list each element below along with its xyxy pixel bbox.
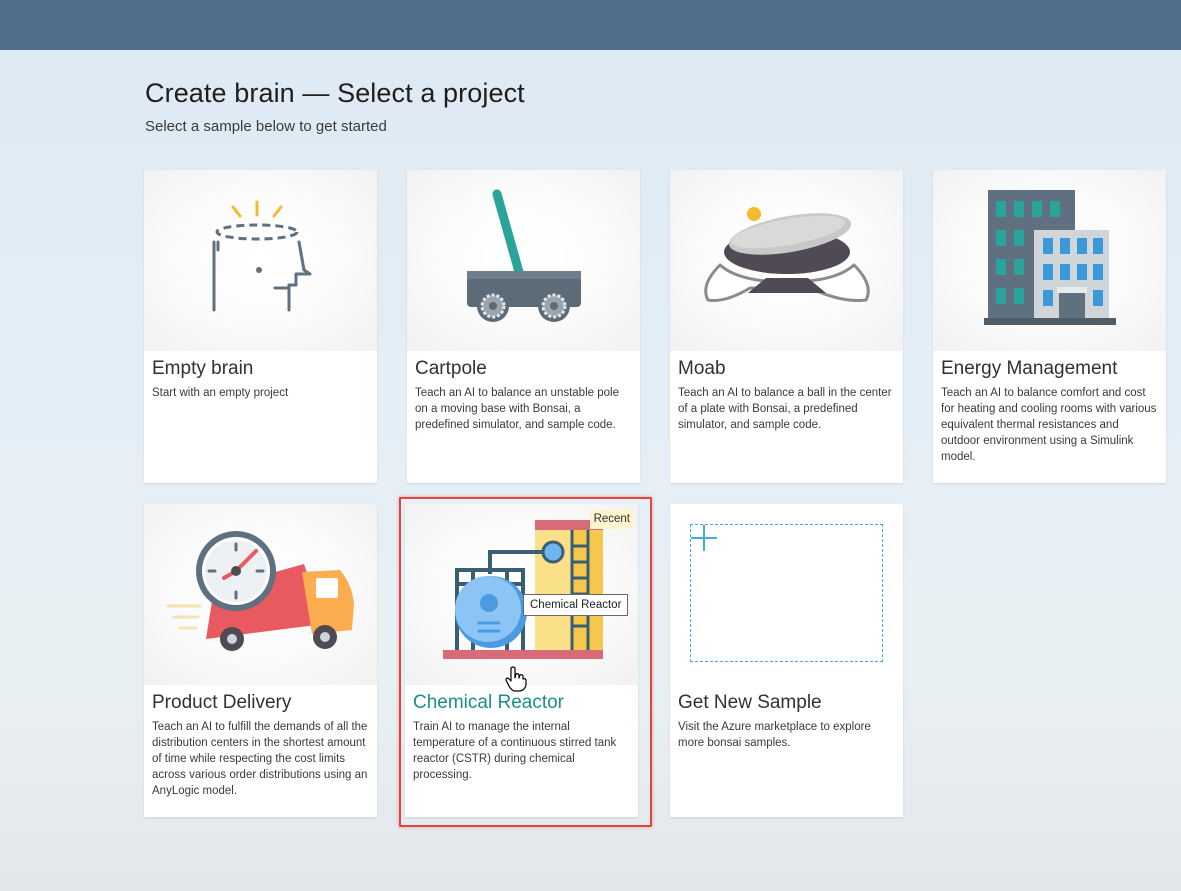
card-description: Teach an AI to balance a ball in the cen… (678, 387, 892, 431)
card-description: Start with an empty project (152, 387, 289, 399)
card-image (144, 170, 377, 351)
card-title: Energy Management (941, 358, 1118, 379)
add-sample-box[interactable] (690, 524, 883, 662)
card-title: Cartpole (415, 358, 487, 379)
building-icon (984, 190, 1116, 325)
top-bar (0, 0, 1181, 50)
card-description: Visit the Azure marketplace to explore m… (678, 721, 871, 749)
card-title: Moab (678, 358, 726, 379)
hand-cursor-icon (505, 666, 527, 692)
card-get-new-sample[interactable]: Get New Sample Visit the Azure marketpla… (670, 504, 903, 817)
page-subtitle: Select a sample below to get started (145, 118, 387, 135)
card-empty-brain[interactable]: Empty brain Start with an empty project (144, 170, 377, 483)
plus-icon (691, 525, 717, 551)
card-moab[interactable]: Moab Teach an AI to balance a ball in th… (670, 170, 903, 483)
head-icon (212, 200, 312, 312)
delivery-truck-icon (166, 531, 354, 651)
card-title: Product Delivery (152, 692, 292, 713)
card-image (933, 170, 1166, 351)
moab-icon (704, 207, 870, 302)
card-title: Empty brain (152, 358, 254, 379)
card-description: Teach an AI to balance comfort and cost … (941, 387, 1157, 463)
card-energy-management[interactable]: Energy Management Teach an AI to balance… (933, 170, 1166, 483)
card-image (144, 504, 377, 685)
card-product-delivery[interactable]: Product Delivery Teach an AI to fulfill … (144, 504, 377, 817)
tooltip: Chemical Reactor (523, 594, 629, 616)
card-description: Teach an AI to balance an unstable pole … (415, 387, 619, 431)
card-image (670, 504, 903, 685)
card-description: Teach an AI to fulfill the demands of al… (152, 721, 368, 797)
cartpole-icon (467, 189, 581, 322)
card-cartpole[interactable]: Cartpole Teach an AI to balance an unsta… (407, 170, 640, 483)
selection-highlight (399, 497, 652, 827)
card-image (670, 170, 903, 351)
card-title: Get New Sample (678, 692, 822, 713)
card-image (407, 170, 640, 351)
page-header: Create brain — Select a project Select a… (145, 78, 525, 135)
page-title: Create brain — Select a project (145, 78, 525, 108)
